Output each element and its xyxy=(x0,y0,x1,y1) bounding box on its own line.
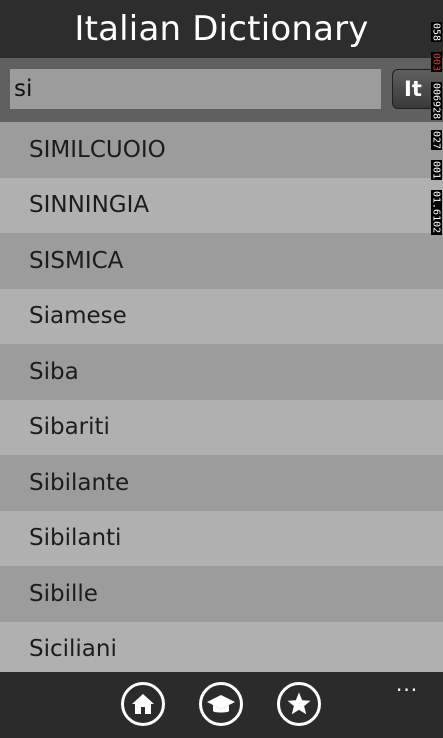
list-item[interactable]: Siba xyxy=(0,344,443,400)
list-item[interactable]: Sibilante xyxy=(0,455,443,511)
list-item[interactable]: Siamese xyxy=(0,288,443,344)
favorites-button[interactable] xyxy=(277,682,321,726)
results-list: SIMILCUOIO SINNINGIA SISMICA Siamese Sib… xyxy=(0,122,443,677)
debug-counter: 003 xyxy=(430,52,442,73)
list-item[interactable]: Sibilanti xyxy=(0,510,443,566)
debug-counter: 058 xyxy=(430,22,442,43)
app-bar: ... xyxy=(0,672,443,738)
list-item[interactable]: SIMILCUOIO xyxy=(0,122,443,178)
home-button[interactable] xyxy=(121,682,165,726)
list-item[interactable]: Sibariti xyxy=(0,399,443,455)
debug-counter: 01.6102 xyxy=(430,190,442,235)
list-item[interactable]: Siciliani xyxy=(0,621,443,677)
search-bar: It xyxy=(0,58,443,122)
debug-counter: 006928 xyxy=(430,82,442,121)
list-item[interactable]: Sibille xyxy=(0,566,443,622)
home-icon xyxy=(132,694,154,714)
search-input[interactable] xyxy=(10,69,381,109)
app-title: Italian Dictionary xyxy=(74,9,369,49)
star-icon xyxy=(287,692,311,715)
graduation-cap-icon xyxy=(207,695,235,713)
frame-rate-counter: 058 003 006928 027 001 01.6102 xyxy=(429,22,443,245)
header: Italian Dictionary xyxy=(0,0,443,58)
list-item[interactable]: SINNINGIA xyxy=(0,177,443,233)
list-item[interactable]: SISMICA xyxy=(0,233,443,289)
more-menu-button[interactable]: ... xyxy=(396,674,418,694)
learn-button[interactable] xyxy=(199,682,243,726)
debug-counter: 001 xyxy=(430,160,442,181)
debug-counter: 027 xyxy=(430,130,442,151)
